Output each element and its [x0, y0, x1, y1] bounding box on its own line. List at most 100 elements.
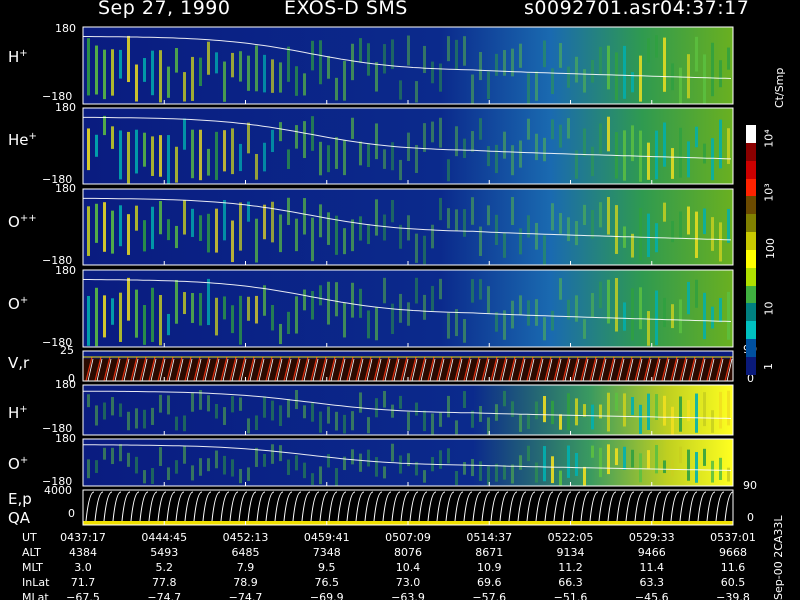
panel-5-stripe	[159, 394, 162, 413]
panel-0-stripe	[383, 44, 386, 74]
panel-2-stripe	[119, 205, 122, 247]
footer-ut-value: 0514:37	[466, 531, 512, 544]
panel-3-stripe	[471, 279, 474, 303]
panel-1-stripe	[423, 123, 426, 152]
footer-inlat-value: 78.9	[233, 576, 258, 589]
panel-label-vr: V,r	[8, 354, 30, 372]
panel-5-stripe	[223, 407, 226, 425]
panel-5-stripe	[559, 414, 562, 430]
footer-mlt-value: 10.4	[396, 561, 421, 574]
panel-2-stripe	[455, 209, 458, 231]
panel-3-stripe	[623, 302, 626, 331]
panel-2-stripe	[103, 202, 106, 252]
panel-6-stripe	[607, 444, 610, 475]
panel-6-stripe	[359, 453, 362, 472]
panel-3-stripe	[607, 279, 610, 324]
panel-6-stripe	[263, 453, 266, 467]
panel-2-stripe	[343, 228, 346, 255]
panel-5-stripe	[391, 404, 394, 418]
panel-6-stripe	[143, 470, 146, 484]
panel-5-stripe	[543, 396, 546, 423]
panel-4	[82, 350, 734, 382]
panel-6-stripe	[495, 463, 498, 482]
panel-0-stripe	[255, 45, 258, 92]
panel-6-stripe	[407, 453, 410, 467]
spectrogram-figure: Sep 27, 1990 EXOS-D SMS s0092701.asr 04:…	[0, 0, 800, 600]
panel-6-stripe	[535, 462, 538, 483]
panel-3-stripe	[311, 291, 314, 320]
panel-2-stripe	[159, 201, 162, 235]
panel-6-stripe	[255, 447, 258, 467]
panel-1-stripe	[247, 122, 250, 154]
panel-5-stripe	[119, 403, 122, 417]
panel-2-stripe	[311, 217, 314, 262]
panel-1-stripe	[367, 143, 370, 168]
footer-alt-value: 9668	[719, 546, 747, 559]
panel-3-stripe	[95, 287, 98, 347]
panel-5-stripe	[711, 410, 714, 433]
panel-1-stripe	[719, 119, 722, 169]
panel-5-stripe	[623, 393, 626, 427]
panel-5-stripe	[399, 395, 402, 409]
panel-1-stripe	[383, 149, 386, 169]
panel-0-stripe	[151, 50, 154, 96]
panel-0-stripe	[607, 45, 610, 90]
panel-6-stripe	[383, 466, 386, 479]
footer-mlt-value: 5.2	[156, 561, 174, 574]
panel-0-stripe	[583, 69, 586, 93]
panel-1-stripe	[111, 126, 114, 149]
panel-5-stripe	[463, 391, 466, 409]
panel-0-stripe	[711, 42, 714, 97]
colorbar-swatch	[746, 303, 756, 322]
panel-6-stripe	[471, 458, 474, 477]
panel-5-stripe	[439, 412, 442, 427]
colorbar	[746, 125, 756, 375]
panel-5-stripe	[263, 396, 266, 418]
panel-6-stripe	[319, 466, 322, 485]
panel-1-stripe	[351, 117, 354, 139]
panel-5-stripe	[351, 411, 354, 431]
panel-6-stripe	[335, 468, 338, 486]
panel-1-stripe	[151, 136, 154, 176]
panel-2-stripe	[143, 220, 146, 252]
footer-ut-value: 0522:05	[548, 531, 594, 544]
panel-3-stripe	[639, 287, 642, 330]
panel-1-stripe	[415, 144, 418, 173]
panel-5-stripe	[727, 390, 730, 426]
panel-0-stripe	[551, 68, 554, 95]
panel-2-stripe	[223, 199, 226, 241]
panel-5-stripe	[247, 418, 250, 434]
panel-1-stripe	[663, 122, 666, 167]
panel-5-stripe	[415, 402, 418, 416]
panel-0-stripe	[159, 50, 162, 103]
panel-0-stripe	[495, 53, 498, 76]
panel-label-qa: QA	[8, 509, 31, 527]
panel-3-stripe	[351, 282, 354, 318]
panel-1-stripe	[447, 159, 450, 182]
panel-0-stripe	[727, 47, 730, 70]
panel-0-stripe	[311, 40, 314, 71]
panel-2-stripe	[703, 208, 706, 235]
panel-2-stripe	[135, 205, 138, 231]
panel-0-stripe	[455, 39, 458, 70]
panel-0-stripe	[663, 37, 666, 92]
panel-0-stripe	[247, 55, 250, 91]
footer-ut-value: 0437:17	[60, 531, 106, 544]
panel-6-stripe	[135, 456, 138, 474]
panel-6-stripe	[615, 448, 618, 466]
footer-inlat-value: 77.8	[152, 576, 177, 589]
panel-5-stripe	[255, 415, 258, 431]
panel-3-stripe	[135, 289, 138, 338]
panel-0-stripe	[263, 54, 266, 93]
panel-1-stripe	[103, 115, 106, 136]
panel-3-stripe	[335, 282, 338, 317]
panel-6-stripe	[519, 455, 522, 470]
panel-6-stripe	[271, 444, 274, 464]
footer-inlat-value: 73.0	[396, 576, 421, 589]
panel-1-stripe	[215, 131, 218, 180]
panel-2-stripe	[279, 214, 282, 253]
panel-1-stripe	[703, 143, 706, 164]
panel-2-stripe	[591, 210, 594, 239]
footer-mlat-value: −63.9	[391, 591, 425, 600]
panel-2-stripe	[127, 214, 130, 255]
